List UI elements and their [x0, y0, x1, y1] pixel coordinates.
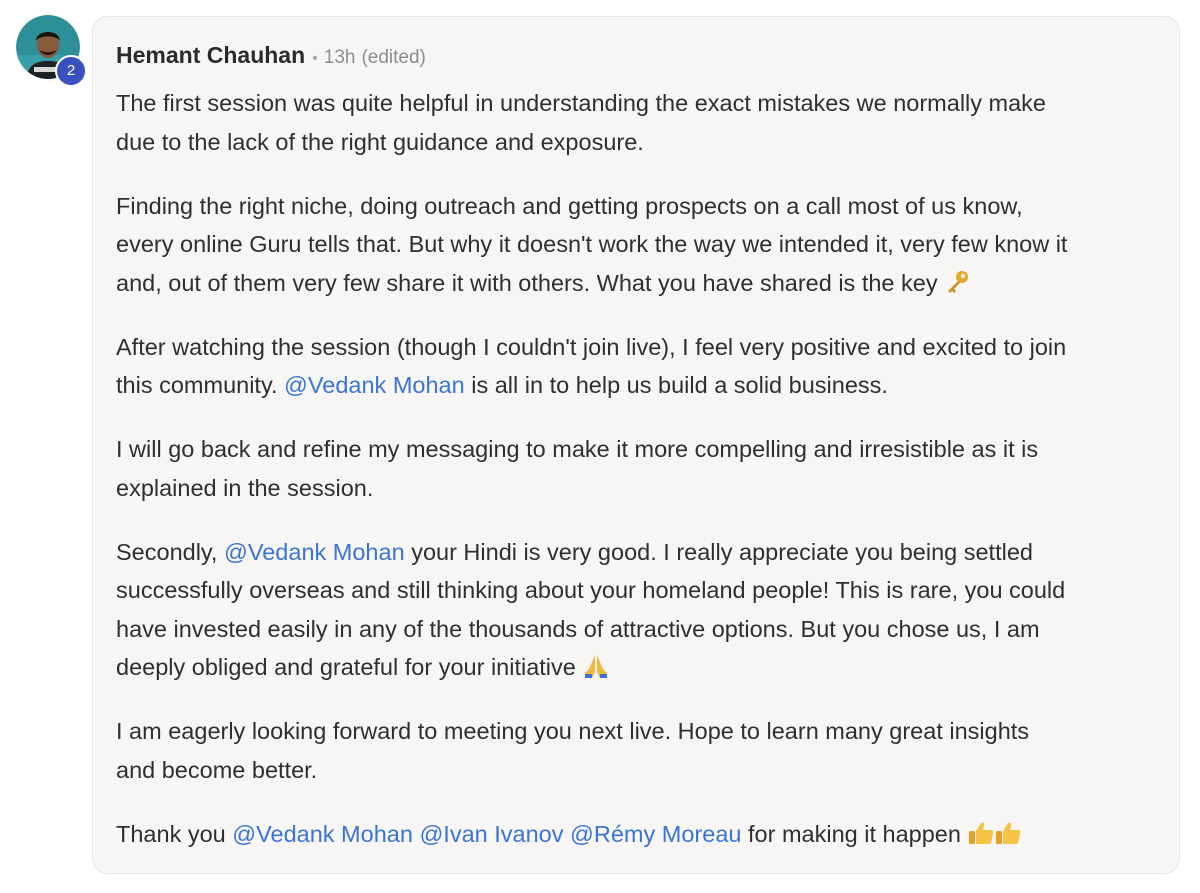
text-line: I will go back and refine my messaging t…: [116, 436, 1039, 462]
text-line: The first session was quite helpful in u…: [116, 90, 1047, 116]
text-line: have invested easily in any of the thous…: [116, 615, 1040, 642]
comment-header: Hemant Chauhan • 13h (edited): [116, 42, 1179, 72]
text-line: After watching the session (though I cou…: [116, 333, 1067, 360]
author-avatar-container[interactable]: 2: [16, 15, 87, 87]
paragraph-3: After watching the session (though I cou…: [116, 328, 1179, 405]
text-line: every online Guru tells that. But why it…: [116, 231, 1068, 257]
mention-link[interactable]: @Ivan Ivanov: [419, 821, 563, 847]
comment-card: 2 Hemant Chauhan • 13h (edited) The firs…: [0, 0, 1200, 893]
paragraph-5: Secondly, @Vedank Mohan your Hindi is ve…: [116, 533, 1179, 687]
text-segment: is all in to help us build a solid busin…: [471, 372, 888, 398]
edited-label: (edited): [361, 47, 426, 68]
paragraph-2: Finding the right niche, doing outreach …: [116, 187, 1179, 303]
text-line: explained in the session.: [116, 474, 374, 501]
mention-link[interactable]: @Rémy Moreau: [570, 821, 741, 847]
text-line: due to the lack of the right guidance an…: [116, 128, 644, 155]
paragraph-1: The first session was quite helpful in u…: [116, 84, 1179, 161]
mention-link[interactable]: @Vedank Mohan: [232, 821, 413, 847]
paragraph-4: I will go back and refine my messaging t…: [116, 430, 1179, 507]
mention-link[interactable]: @Vedank Mohan: [284, 372, 465, 398]
comment-body: The first session was quite helpful in u…: [116, 84, 1179, 853]
text-line: successfully overseas and still thinking…: [116, 577, 1066, 603]
text-segment: your Hindi is very good. I really apprec…: [411, 538, 1033, 565]
comment-bubble: Hemant Chauhan • 13h (edited) The first …: [92, 16, 1180, 874]
mention-link[interactable]: @Vedank Mohan: [224, 539, 405, 565]
author-name[interactable]: Hemant Chauhan: [116, 42, 305, 69]
text-line: and, out of them very few share it with …: [116, 269, 938, 296]
text-line: deeply obliged and grateful for your ini…: [116, 654, 576, 680]
paragraph-7: Thank you @Vedank Mohan @Ivan Ivanov @Ré…: [116, 815, 1179, 854]
text-segment: Secondly,: [116, 538, 218, 565]
comment-timestamp[interactable]: 13h: [324, 47, 356, 69]
text-segment: this community.: [116, 372, 278, 398]
text-line: I am eagerly looking forward to meeting …: [116, 718, 1030, 744]
folded-hands-emoji-icon: [585, 655, 608, 678]
text-segment: for making it happen: [748, 820, 961, 847]
paragraph-6: I am eagerly looking forward to meeting …: [116, 712, 1179, 789]
thumbs-up-emoji-icon: [969, 822, 1021, 844]
key-emoji-icon: [948, 270, 969, 293]
text-segment: Thank you: [116, 820, 226, 847]
text-line: Finding the right niche, doing outreach …: [116, 192, 1023, 219]
meta-separator: •: [312, 50, 318, 67]
text-line: and become better.: [116, 756, 318, 783]
level-badge: 2: [55, 55, 87, 87]
